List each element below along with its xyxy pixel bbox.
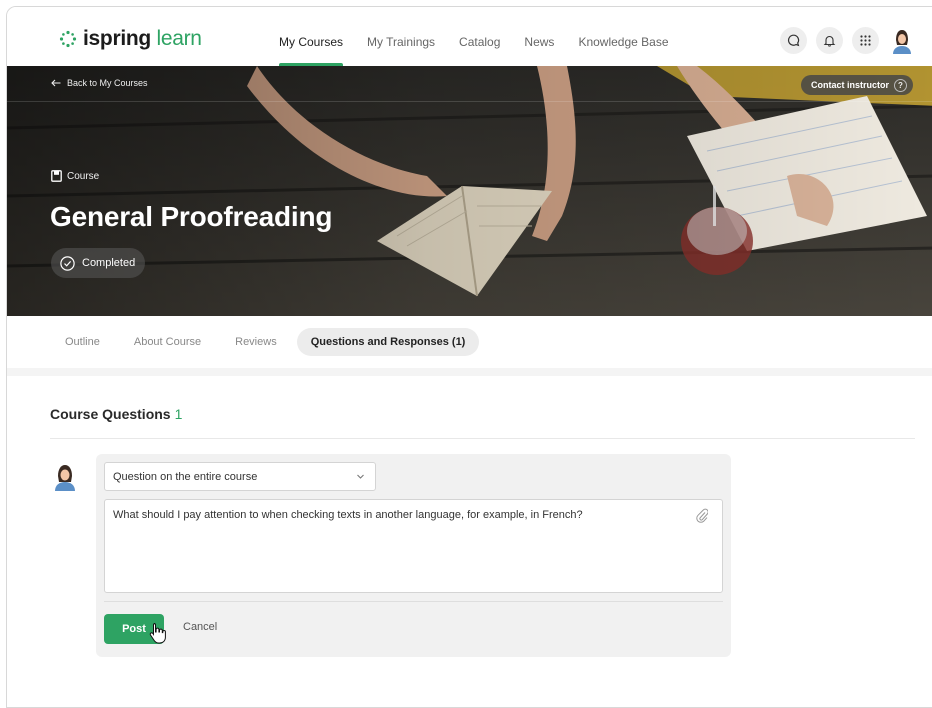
questions-count: 1 xyxy=(174,406,183,422)
question-text-value: What should I pay attention to when chec… xyxy=(113,509,583,521)
help-icon: ? xyxy=(894,78,907,92)
contact-instructor-label: Contact instructor xyxy=(810,80,889,90)
user-avatar[interactable] xyxy=(888,27,915,54)
course-title: General Proofreading xyxy=(50,201,333,232)
check-circle-icon xyxy=(60,255,75,271)
contact-instructor-button[interactable]: Contact instructor ? xyxy=(800,75,913,95)
question-composer: Question on the entire course What shoul… xyxy=(96,454,731,657)
nav-news[interactable]: News xyxy=(524,7,554,66)
app-window: ispring learn My Courses My Trainings Ca… xyxy=(6,6,932,708)
paperclip-icon[interactable] xyxy=(696,508,708,523)
header-actions xyxy=(780,27,915,54)
nav-my-trainings[interactable]: My Trainings xyxy=(367,7,435,66)
nav-knowledge-base[interactable]: Knowledge Base xyxy=(578,7,668,66)
tab-questions-and-responses[interactable]: Questions and Responses (1) xyxy=(296,328,480,356)
back-to-courses-link[interactable]: Back to My Courses xyxy=(51,78,148,88)
nav-my-courses[interactable]: My Courses xyxy=(279,7,344,66)
tab-outline[interactable]: Outline xyxy=(51,328,114,356)
completed-status-badge: Completed xyxy=(51,248,146,278)
back-link-label: Back to My Courses xyxy=(67,78,148,88)
chat-icon xyxy=(787,34,800,47)
logo-sparkle-icon xyxy=(59,30,77,48)
section-divider xyxy=(7,368,932,376)
questions-divider xyxy=(50,438,915,439)
top-bar: ispring learn My Courses My Trainings Ca… xyxy=(7,7,932,66)
cancel-button[interactable]: Cancel xyxy=(183,621,217,633)
question-scope-value: Question on the entire course xyxy=(113,470,258,483)
tab-about-course[interactable]: About Course xyxy=(120,328,215,356)
question-scope-select[interactable]: Question on the entire course xyxy=(104,462,376,491)
ispring-learn-logo[interactable]: ispring learn xyxy=(59,27,202,51)
apps-grid-icon xyxy=(860,35,871,46)
course-book-icon xyxy=(51,170,62,182)
notifications-button[interactable] xyxy=(816,27,843,54)
completed-status-text: Completed xyxy=(82,257,136,269)
hand-pointer-cursor xyxy=(149,623,166,644)
question-text-input[interactable]: What should I pay attention to when chec… xyxy=(104,499,723,593)
chat-button[interactable] xyxy=(780,27,807,54)
composer-divider xyxy=(104,601,723,602)
main-nav: My Courses My Trainings Catalog News Kno… xyxy=(279,7,669,66)
hero-divider xyxy=(7,101,932,102)
nav-catalog[interactable]: Catalog xyxy=(459,7,500,66)
avatar-icon xyxy=(892,29,911,54)
course-hero: Back to My Courses Contact instructor ? … xyxy=(7,66,932,316)
course-questions-heading: Course Questions 1 xyxy=(50,406,182,422)
apps-button[interactable] xyxy=(852,27,879,54)
avatar-icon xyxy=(55,465,75,491)
hero-photo xyxy=(7,66,932,316)
tab-reviews[interactable]: Reviews xyxy=(221,328,291,356)
bell-icon xyxy=(823,35,836,47)
course-kind-text: Course xyxy=(67,170,100,182)
author-avatar xyxy=(51,463,79,491)
logo-text: ispring learn xyxy=(83,27,202,50)
course-questions-title: Course Questions xyxy=(50,406,171,422)
course-kind-label: Course xyxy=(51,170,99,182)
chevron-down-icon xyxy=(357,474,364,479)
course-tabs: Outline About Course Reviews Questions a… xyxy=(7,316,932,368)
arrow-left-icon xyxy=(51,79,61,87)
